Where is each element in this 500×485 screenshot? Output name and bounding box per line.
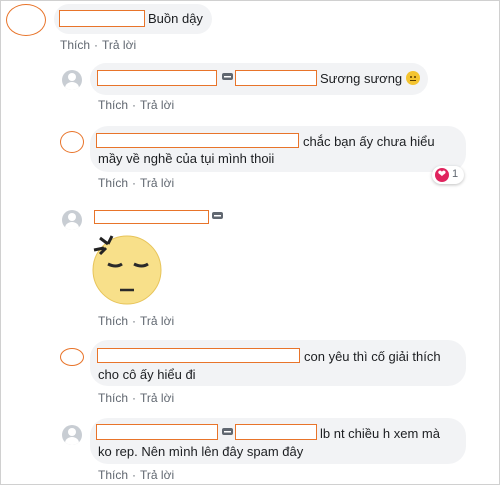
messenger-icon	[222, 428, 233, 435]
comment-text-line2: mầy về nghề của tụi mình thoii	[98, 151, 275, 166]
separator: ·	[132, 176, 137, 190]
separator: ·	[132, 468, 137, 482]
avatar[interactable]	[60, 348, 84, 366]
angry-face-sticker	[92, 235, 162, 305]
heart-icon: ❤	[435, 168, 449, 182]
avatar[interactable]	[62, 210, 82, 230]
separator: ·	[132, 314, 137, 328]
separator: ·	[94, 38, 99, 52]
comment-text-line2: cho cô ấy hiểu đi	[98, 367, 196, 382]
reaction-count: 1	[452, 168, 459, 180]
redacted-username[interactable]	[96, 424, 218, 440]
like-button[interactable]: Thích	[98, 468, 128, 482]
avatar[interactable]	[6, 4, 46, 36]
comment-text-line1: lb nt chiều h xem mà	[320, 426, 440, 441]
redacted-username[interactable]	[96, 133, 299, 148]
comment-text: Sương sương	[320, 70, 420, 87]
redacted-username[interactable]	[235, 70, 317, 86]
redacted-username[interactable]	[94, 210, 209, 224]
redacted-username[interactable]	[59, 10, 145, 27]
separator: ·	[132, 391, 137, 405]
separator: ·	[132, 98, 137, 112]
like-button[interactable]: Thích	[98, 314, 128, 328]
comment-actions: Thích · Trả lời	[98, 98, 174, 112]
like-button[interactable]: Thích	[98, 176, 128, 190]
comment-actions: Thích · Trả lời	[98, 391, 174, 405]
comment-actions: Thích · Trả lời	[98, 314, 174, 328]
like-button[interactable]: Thích	[98, 391, 128, 405]
redacted-username[interactable]	[97, 70, 217, 86]
like-button[interactable]: Thích	[60, 38, 90, 52]
comment-text-content: Sương sương	[320, 71, 403, 86]
avatar[interactable]	[62, 425, 82, 445]
comment-text-line1: chắc bạn ấy chưa hiểu	[303, 134, 435, 149]
reply-button[interactable]: Trả lời	[140, 468, 174, 482]
messenger-icon	[212, 212, 223, 219]
comment-text-line1: con yêu thì cố giải thích	[304, 349, 441, 364]
reaction-badge[interactable]: ❤ 1	[432, 166, 464, 184]
reply-button[interactable]: Trả lời	[140, 98, 174, 112]
reply-button[interactable]: Trả lời	[140, 314, 174, 328]
comment-actions: Thích · Trả lời	[98, 468, 174, 482]
comment-actions: Thích · Trả lời	[60, 38, 136, 52]
reply-button[interactable]: Trả lời	[140, 176, 174, 190]
like-button[interactable]: Thích	[98, 98, 128, 112]
avatar[interactable]	[60, 131, 84, 153]
messenger-icon	[222, 73, 233, 80]
avatar[interactable]	[62, 70, 82, 90]
comment-text-line2: ko rep. Nên mình lên đây spam đây	[98, 444, 304, 459]
reply-button[interactable]: Trả lời	[102, 38, 136, 52]
redacted-username[interactable]	[235, 424, 317, 440]
neutral-face-emoji-icon	[405, 71, 420, 85]
comment-text: Buồn dậy	[148, 11, 203, 26]
reply-button[interactable]: Trả lời	[140, 391, 174, 405]
redacted-username[interactable]	[97, 348, 300, 363]
comment-actions: Thích · Trả lời	[98, 176, 174, 190]
